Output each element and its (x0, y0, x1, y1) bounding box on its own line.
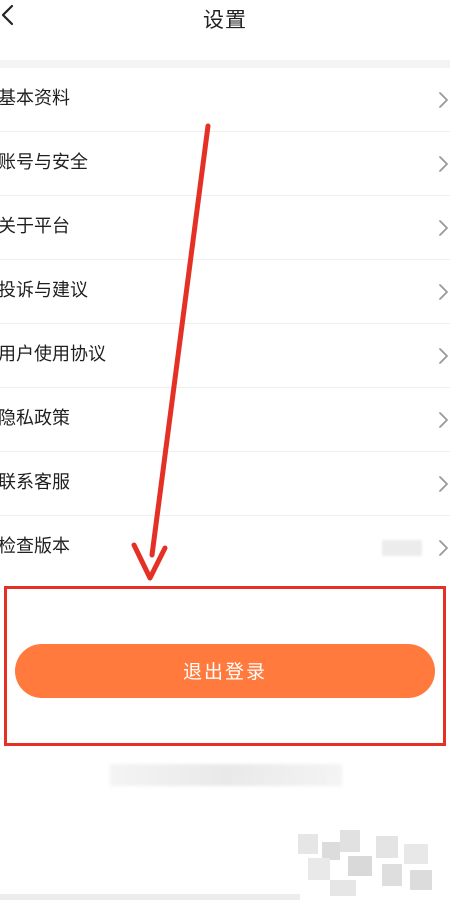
menu-item-check-version[interactable]: 检查版本 (0, 516, 450, 580)
page-title: 设置 (203, 8, 247, 32)
chevron-right-icon (439, 412, 448, 428)
menu-item-label: 隐私政策 (0, 408, 70, 429)
menu-item-label: 投诉与建议 (0, 280, 88, 301)
menu-item-label: 用户使用协议 (0, 344, 106, 365)
chevron-right-icon (439, 284, 448, 300)
logout-button[interactable]: 退出登录 (15, 644, 435, 698)
menu-item-feedback[interactable]: 投诉与建议 (0, 260, 450, 324)
menu-item-label: 关于平台 (0, 216, 70, 237)
watermark-image (298, 830, 432, 896)
menu-item-label: 基本资料 (0, 88, 70, 109)
menu-item-user-agreement[interactable]: 用户使用协议 (0, 324, 450, 388)
settings-menu-list: 基本资料 账号与安全 关于平台 投诉与建议 用户使用协议 隐私政策 联系客服 检… (0, 68, 450, 580)
menu-item-contact-support[interactable]: 联系客服 (0, 452, 450, 516)
footer-text-redacted (110, 764, 342, 786)
header-divider (0, 60, 450, 68)
menu-item-account-security[interactable]: 账号与安全 (0, 132, 450, 196)
chevron-right-icon (439, 156, 448, 172)
chevron-right-icon (439, 540, 448, 556)
menu-item-privacy-policy[interactable]: 隐私政策 (0, 388, 450, 452)
bottom-edge-bar (0, 894, 300, 900)
menu-item-basic-profile[interactable]: 基本资料 (0, 68, 450, 132)
chevron-right-icon (439, 92, 448, 108)
menu-item-label: 联系客服 (0, 472, 70, 493)
header-bar: 设置 (0, 0, 450, 60)
menu-item-label: 账号与安全 (0, 152, 88, 173)
menu-item-label: 检查版本 (0, 536, 70, 557)
chevron-right-icon (439, 476, 448, 492)
chevron-right-icon (439, 348, 448, 364)
menu-item-about-platform[interactable]: 关于平台 (0, 196, 450, 260)
chevron-right-icon (439, 220, 448, 236)
version-value-redacted (382, 540, 422, 556)
